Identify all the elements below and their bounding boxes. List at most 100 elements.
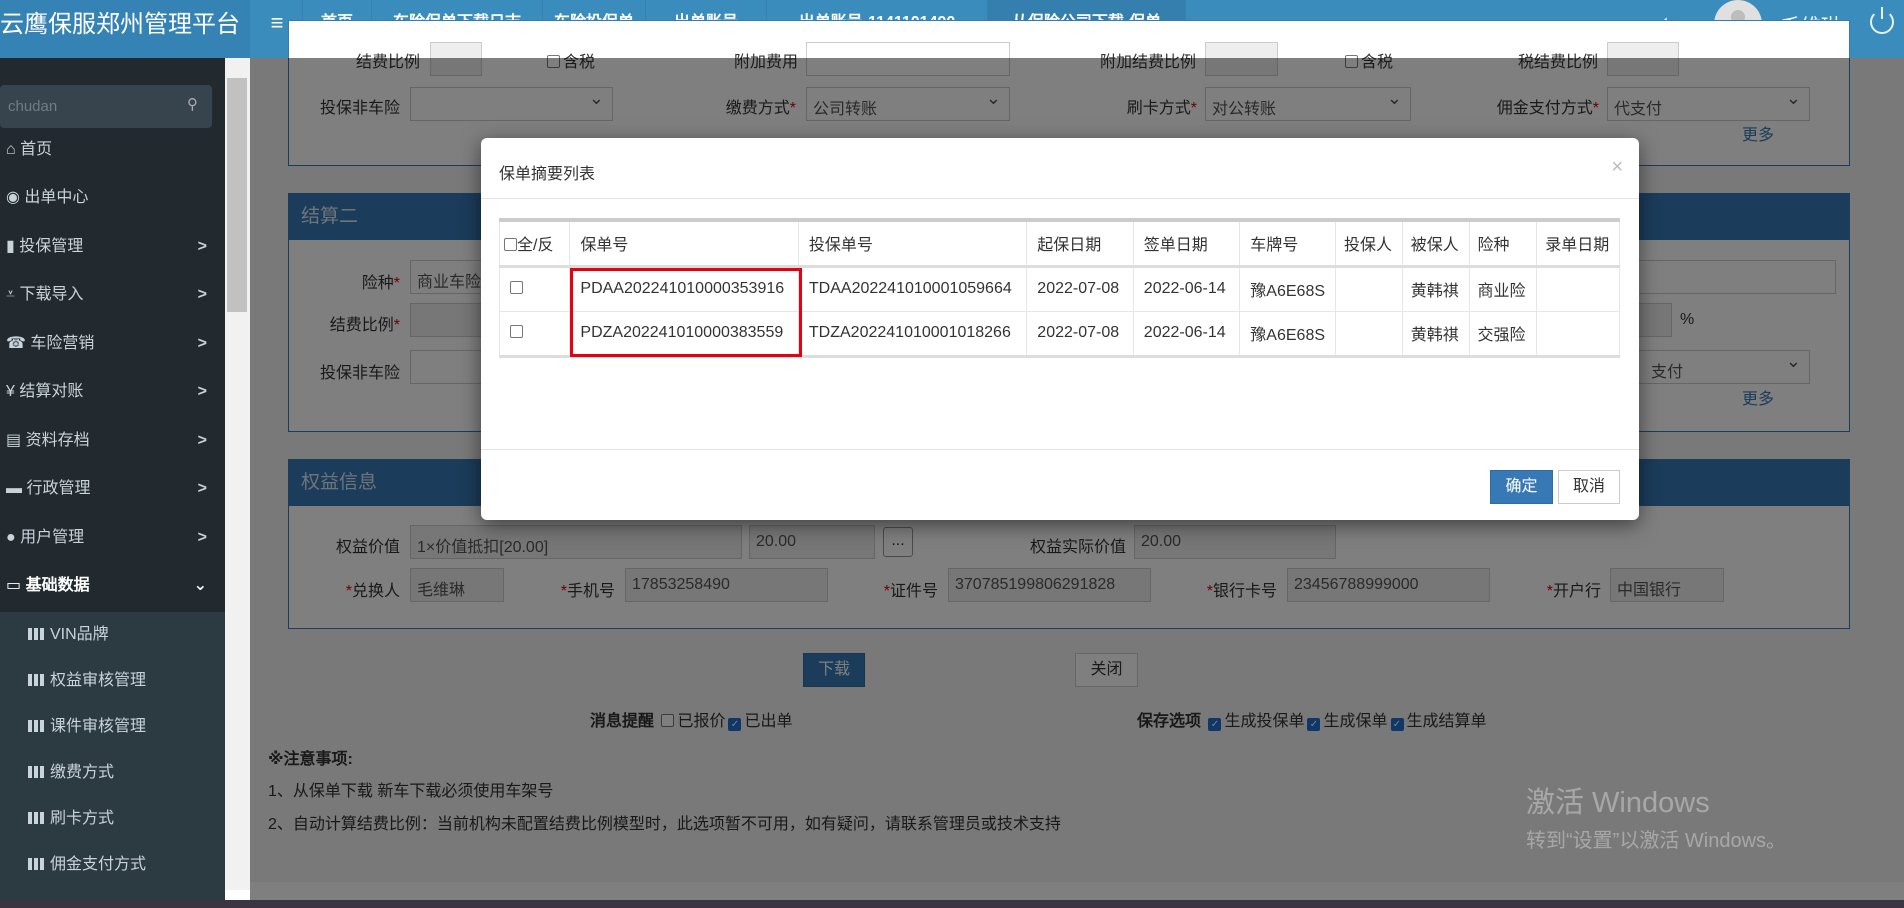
cancel-button[interactable]: 取消 [1558,470,1620,504]
chevron-right-icon: > [197,383,207,400]
row-select[interactable] [498,310,571,357]
select-all-checkbox[interactable] [504,238,517,252]
kind: 交强险 [1468,310,1538,357]
search-input[interactable]: chudan ⚲ [0,85,212,128]
plate: 豫A6E68S [1239,265,1337,312]
chevron-right-icon: > [197,335,207,352]
row-checkbox[interactable] [510,281,523,294]
chevron-right-icon: > [197,432,207,449]
header-insured: 被保人 [1401,219,1470,268]
submenu-item-card[interactable]: 刷卡方式 [0,796,225,842]
sidebar-item-label: 首页 [20,141,53,158]
table-header-row: 全/反 保单号 投保单号 起保日期 签单日期 车牌号 投保人 被保人 险种 录单… [498,219,1620,268]
sidebar-item-label: 下载导入 [19,286,84,303]
grid-icon [28,766,44,778]
activation-watermark: 激活 Windows [1526,787,1710,819]
sidebar-item-import[interactable]: ⩡ 下载导入 > [0,271,225,319]
app-title: 云鹰保服郑州管理平台 [0,0,250,58]
row-select[interactable] [498,265,571,312]
insured: 黄韩祺 [1401,265,1470,312]
sidebar-item-issuing[interactable]: ◉ 出单中心 [0,174,225,222]
header-plate: 车牌号 [1239,219,1337,268]
modal-title: 保单摘要列表 [499,166,596,183]
chevron-right-icon: > [197,480,207,497]
sidebar-item-marketing[interactable]: ☎ 车险营销 > [0,320,225,368]
activation-watermark-sub: 转到“设置”以激活 Windows。 [1526,830,1787,852]
entry-date [1536,265,1620,312]
start-date: 2022-07-08 [1026,310,1134,357]
chevron-right-icon: > [197,286,207,303]
scrollbar-thumb[interactable] [227,78,247,312]
grid-icon [28,812,44,824]
folder-icon: ▬ [6,480,22,497]
globe-icon: ◉ [6,189,20,206]
submenu-label: 刷卡方式 [50,810,115,827]
header-start-date: 起保日期 [1026,219,1134,268]
sidebar-item-admin[interactable]: ▬ 行政管理 > [0,465,225,513]
proposal-no: TDAA202241010001059664 [797,265,1028,312]
phone-icon: ☎ [6,335,26,352]
sidebar-item-label: 用户管理 [20,529,85,546]
close-icon[interactable]: × [1611,156,1623,179]
submenu-item-vin[interactable]: VIN品牌 [0,612,225,658]
start-date: 2022-07-08 [1026,265,1134,312]
policy-summary-modal: 保单摘要列表 × 全/反 保单号 投保单号 起保日期 签单日期 车牌号 投保人 … [481,138,1639,520]
sidebar-item-users[interactable]: ● 用户管理 > [0,514,225,562]
header-policy-no: 保单号 [569,219,799,268]
submenu-label: 缴费方式 [50,764,115,781]
submenu-item-commission[interactable]: 佣金支付方式 [0,842,225,888]
submenu-label: VIN品牌 [50,626,109,643]
highlight-box [570,268,802,357]
sidebar-item-home[interactable]: ⌂ 首页 [0,126,225,174]
search-placeholder: chudan [8,98,58,115]
sidebar-item-label: 出单中心 [24,189,89,206]
sidebar-item-label: 基础数据 [25,577,90,594]
sidebar: chudan ⚲ ⌂ 首页 ◉ 出单中心 ▮ 投保管理 > ⩡ 下载导入 > ☎ 车险… [0,58,225,900]
applicant [1335,265,1403,312]
chevron-down-icon: ⌄ [193,577,207,594]
select-all-header[interactable]: 全/反 [498,219,571,268]
submenu-item-payment[interactable]: 缴费方式 [0,750,225,796]
grid-icon [28,628,44,640]
header-label: 全/反 [517,237,554,255]
search-icon[interactable]: ⚲ [187,95,198,113]
submenu-item-rights-review[interactable]: 权益审核管理 [0,658,225,704]
yen-icon: ¥ [6,383,15,400]
row-checkbox[interactable] [510,325,523,338]
confirm-button[interactable]: 确定 [1490,470,1553,504]
download-icon: ⩡ [6,286,16,303]
user-icon: ● [6,529,16,546]
grid-icon [28,858,44,870]
kind: 商业险 [1468,265,1538,312]
submenu-item-course-review[interactable]: 课件审核管理 [0,704,225,750]
plate: 豫A6E68S [1239,310,1337,357]
submenu: VIN品牌 权益审核管理 课件审核管理 缴费方式 刷卡方式 佣金支付方式 [0,612,225,900]
taskbar-strip [0,900,1904,908]
header-kind: 险种 [1468,219,1538,268]
header-entry-date: 录单日期 [1536,219,1620,268]
header-proposal-no: 投保单号 [797,219,1028,268]
sidebar-item-label: 投保管理 [19,238,84,255]
entry-date [1536,310,1620,357]
sign-date: 2022-06-14 [1132,265,1241,312]
header-sign-date: 签单日期 [1132,219,1241,268]
power-icon[interactable] [1870,7,1894,34]
sidebar-item-insurance[interactable]: ▮ 投保管理 > [0,223,225,271]
proposal-no: TDZA202241010001018266 [797,310,1028,357]
header-applicant: 投保人 [1335,219,1403,268]
grid-icon [28,674,44,686]
divider [481,449,1639,450]
sidebar-item-archive[interactable]: ▤ 资料存档 > [0,417,225,465]
insured: 黄韩祺 [1401,310,1470,357]
sidebar-item-basic-data[interactable]: ▭ 基础数据 ⌄ [0,562,225,610]
sidebar-item-label: 结算对账 [19,383,84,400]
submenu-label: 权益审核管理 [50,672,147,689]
chevron-right-icon: > [197,529,207,546]
submenu-label: 佣金支付方式 [50,856,147,873]
sidebar-item-settlement[interactable]: ¥ 结算对账 > [0,368,225,416]
list-icon: ▤ [6,432,22,449]
divider [481,198,1639,199]
file-icon: ▮ [6,238,15,255]
sidebar-item-label: 行政管理 [26,480,91,497]
applicant [1335,310,1403,357]
